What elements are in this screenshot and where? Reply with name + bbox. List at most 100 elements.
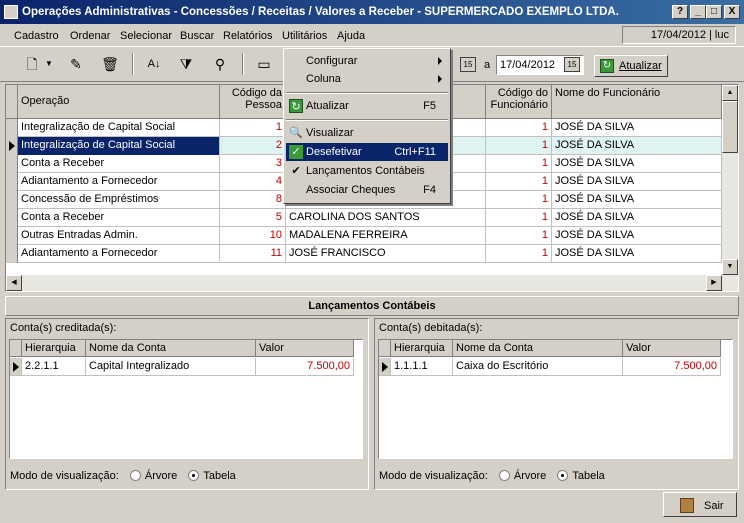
debit-valor[interactable]: 7.500,00: [623, 358, 721, 376]
grid-cell-func[interactable]: JOSÉ DA SILVA: [552, 119, 722, 137]
menu-utilitarios[interactable]: Utilitários: [282, 30, 327, 42]
col-hierarquia[interactable]: Hierarquia: [391, 340, 453, 357]
menu-atualizar[interactable]: ↻ Atualizar F5: [286, 97, 448, 115]
maximize-button[interactable]: □: [706, 5, 722, 19]
menu-relatorios[interactable]: Relatórios: [223, 30, 273, 42]
menu-configurar[interactable]: Configurar: [286, 52, 448, 70]
col-operacao[interactable]: Operação: [18, 85, 220, 119]
grid-cell-func[interactable]: JOSÉ DA SILVA: [552, 173, 722, 191]
debit-hierarquia[interactable]: 1.1.1.1: [391, 358, 453, 376]
col-valor[interactable]: Valor: [623, 340, 721, 357]
calendar-icon[interactable]: 15: [564, 57, 580, 72]
col-nome-conta[interactable]: Nome da Conta: [86, 340, 256, 357]
grid-cell-operacao[interactable]: Conta a Receber: [18, 155, 220, 173]
grid-cell-func[interactable]: JOSÉ DA SILVA: [552, 137, 722, 155]
grid-cell-cod-func[interactable]: 1: [486, 209, 552, 227]
grid-cell-func[interactable]: JOSÉ DA SILVA: [552, 227, 722, 245]
grid-cell-codigo[interactable]: 3: [220, 155, 286, 173]
binoculars-icon[interactable]: ⚲: [210, 55, 230, 73]
help-button[interactable]: ?: [672, 5, 688, 19]
credit-conta[interactable]: Capital Integralizado: [86, 358, 256, 376]
grid-cell-func[interactable]: JOSÉ DA SILVA: [552, 245, 722, 263]
grid-cell-func[interactable]: JOSÉ DA SILVA: [552, 191, 722, 209]
dropdown-arrow-icon[interactable]: ▼: [44, 55, 54, 73]
grid-cell-operacao[interactable]: Integralização de Capital Social: [18, 119, 220, 137]
grid-cell-cod-func[interactable]: 1: [486, 119, 552, 137]
tabela-radio[interactable]: [188, 470, 200, 481]
menu-associar-cheques[interactable]: Associar Cheques F4: [286, 181, 448, 199]
col-valor[interactable]: Valor: [256, 340, 354, 357]
menu-lancamentos[interactable]: ✔ Lançamentos Contábeis: [286, 162, 448, 180]
tabela-radio[interactable]: [557, 470, 569, 481]
menu-desefetivar[interactable]: ✓ Desefetivar Ctrl+F11: [286, 143, 448, 161]
grid-cell-cod-func[interactable]: 1: [486, 227, 552, 245]
new-icon[interactable]: 🗋: [22, 55, 42, 73]
grid-cell-operacao[interactable]: Concessão de Empréstimos: [18, 191, 220, 209]
filter-icon[interactable]: ⧩: [176, 55, 196, 73]
grid-cell-operacao[interactable]: Conta a Receber: [18, 209, 220, 227]
grid-cell-cod-func[interactable]: 1: [486, 245, 552, 263]
arvore-radio[interactable]: [129, 470, 141, 481]
debit-conta[interactable]: Caixa do Escritório: [453, 358, 623, 376]
scroll-up-icon[interactable]: ▲: [722, 85, 738, 101]
table-row[interactable]: Outras Entradas Admin. 10 MADALENA FERREIR…: [6, 227, 722, 245]
grid-cell-cod-func[interactable]: 1: [486, 137, 552, 155]
view-mode-label: Modo de visualização:: [379, 470, 488, 482]
app-icon: [4, 5, 18, 19]
scroll-right-icon[interactable]: ▶: [706, 275, 722, 291]
grid-cell-operacao[interactable]: Adiantamento a Fornecedor: [18, 173, 220, 191]
horizontal-scrollbar[interactable]: ◀ ▶: [6, 275, 738, 291]
menu-coluna[interactable]: Coluna: [286, 70, 448, 88]
menu-ajuda[interactable]: Ajuda: [337, 30, 365, 42]
grid-cell-operacao[interactable]: Adiantamento a Fornecedor: [18, 245, 220, 263]
menu-selecionar[interactable]: Selecionar: [120, 30, 172, 42]
col-codigo-funcionario[interactable]: Código do Funcionário: [486, 85, 552, 119]
credit-valor[interactable]: 7.500,00: [256, 358, 354, 376]
menu-ordenar[interactable]: Ordenar: [70, 30, 110, 42]
grid-cell-operacao[interactable]: Integralização de Capital Social: [18, 137, 220, 155]
sort-az-icon[interactable]: A↓: [144, 55, 164, 73]
grid-cell-func[interactable]: JOSÉ DA SILVA: [552, 155, 722, 173]
window-icon[interactable]: ▭: [254, 55, 274, 73]
debit-grid[interactable]: Hierarquia Nome da Conta Valor 1.1.1.1 C…: [378, 339, 733, 459]
grid-cell-codigo[interactable]: 11: [220, 245, 286, 263]
menu-buscar[interactable]: Buscar: [180, 30, 214, 42]
table-row[interactable]: Conta a Receber 5 CAROLINA DOS SANTOS 1 JOSÉ…: [6, 209, 722, 227]
col-nome-conta[interactable]: Nome da Conta: [453, 340, 623, 357]
grid-cell-codigo[interactable]: 5: [220, 209, 286, 227]
menu-visualizar[interactable]: 🔍 Visualizar: [286, 124, 448, 142]
credit-hierarquia[interactable]: 2.2.1.1: [22, 358, 86, 376]
grid-cell-codigo[interactable]: 8: [220, 191, 286, 209]
col-nome-funcionario[interactable]: Nome do Funcionário: [552, 85, 722, 119]
close-button[interactable]: X: [724, 5, 740, 19]
minimize-button[interactable]: _: [690, 5, 706, 19]
grid-cell-func[interactable]: JOSÉ DA SILVA: [552, 209, 722, 227]
scroll-left-icon[interactable]: ◀: [6, 275, 22, 291]
grid-cell-operacao[interactable]: Outras Entradas Admin.: [18, 227, 220, 245]
grid-cell-codigo[interactable]: 1: [220, 119, 286, 137]
col-hierarquia[interactable]: Hierarquia: [22, 340, 86, 357]
calendar-icon[interactable]: 15: [460, 57, 476, 72]
menu-bar: Cadastro Ordenar Selecionar Buscar Relat…: [0, 24, 744, 46]
atualizar-button[interactable]: ↻ Atualizar: [594, 55, 668, 77]
credit-grid[interactable]: Hierarquia Nome da Conta Valor 2.2.1.1 C…: [9, 339, 363, 459]
grid-cell-codigo[interactable]: 4: [220, 173, 286, 191]
grid-cell-pessoa[interactable]: JOSÉ FRANCISCO: [286, 245, 486, 263]
grid-cell-cod-func[interactable]: 1: [486, 173, 552, 191]
scroll-thumb[interactable]: [722, 101, 738, 153]
grid-cell-cod-func[interactable]: 1: [486, 155, 552, 173]
edit-icon[interactable]: ✎: [66, 55, 86, 73]
menu-cadastro[interactable]: Cadastro: [14, 30, 59, 42]
grid-cell-pessoa[interactable]: MADALENA FERREIRA: [286, 227, 486, 245]
grid-cell-codigo[interactable]: 10: [220, 227, 286, 245]
scroll-down-icon[interactable]: ▼: [722, 259, 738, 275]
grid-cell-codigo[interactable]: 2: [220, 137, 286, 155]
table-row[interactable]: Adiantamento a Fornecedor 11 JOSÉ FRANCISC…: [6, 245, 722, 263]
grid-cell-pessoa[interactable]: CAROLINA DOS SANTOS: [286, 209, 486, 227]
vertical-scrollbar[interactable]: ▲ ▼: [722, 85, 738, 275]
sair-button[interactable]: Sair: [663, 492, 737, 517]
col-codigo-pessoa[interactable]: Código da Pessoa: [220, 85, 286, 119]
arvore-radio[interactable]: [498, 470, 510, 481]
trash-icon[interactable]: 🗑: [100, 55, 120, 73]
grid-cell-cod-func[interactable]: 1: [486, 191, 552, 209]
